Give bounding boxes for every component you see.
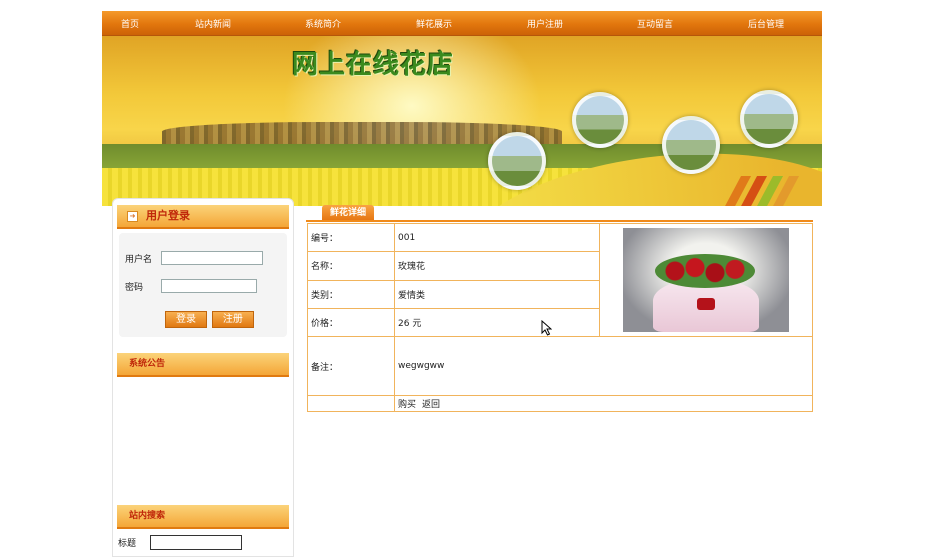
nav-news[interactable]: 站内新闻 xyxy=(158,17,268,30)
flower-photo xyxy=(623,228,789,332)
nav-home[interactable]: 首页 xyxy=(102,17,158,30)
banner-photo-circle xyxy=(488,132,546,190)
search-panel-title: 站内搜索 xyxy=(117,505,289,529)
password-label: 密码 xyxy=(125,282,144,293)
price-label: 价格： xyxy=(307,307,395,338)
login-panel-title: ➜ 用户登录 xyxy=(117,205,289,229)
nav-register[interactable]: 用户注册 xyxy=(490,17,600,30)
username-label: 用户名 xyxy=(125,254,153,265)
password-row: 密码 xyxy=(125,279,257,293)
bouquet-roses xyxy=(655,254,755,288)
table-row: 编号： 001 xyxy=(307,222,813,337)
login-button[interactable]: 登录 xyxy=(165,311,207,328)
nav-flowers[interactable]: 鲜花展示 xyxy=(378,17,490,30)
category-value: 爱情类 xyxy=(394,279,600,309)
actions-label-cell xyxy=(307,395,395,412)
register-button[interactable]: 注册 xyxy=(211,311,254,328)
price-value: 26 元 xyxy=(394,307,600,338)
nav-messages[interactable]: 互动留言 xyxy=(600,17,710,30)
actions-cell: 购买 返回 xyxy=(394,395,813,412)
flower-detail-table: 编号： 001 名称： 玫瑰花 类别： 爱情类 价格： 26 元 备注： weg… xyxy=(307,222,813,412)
banner-photo-circle xyxy=(572,92,628,148)
username-row: 用户名 xyxy=(125,251,263,265)
nav-intro[interactable]: 系统简介 xyxy=(268,17,378,30)
tab-underline xyxy=(306,220,813,222)
tab-flower-detail[interactable]: 鲜花详细 xyxy=(322,205,375,221)
table-row: 购买 返回 xyxy=(307,395,813,412)
table-row: 备注： wegwgww xyxy=(307,336,813,396)
category-label: 类别： xyxy=(307,279,395,309)
remark-label: 备注： xyxy=(307,336,395,396)
mouse-cursor-icon xyxy=(541,320,552,336)
bouquet-bow xyxy=(697,298,715,310)
login-panel: 用户名 密码 登录 注册 xyxy=(119,233,287,337)
site-banner: 网上在线花店 xyxy=(102,36,822,206)
photo-cell xyxy=(599,223,813,337)
sidebar: ➜ 用户登录 用户名 密码 登录 注册 系统公告 站内搜索 标题 xyxy=(112,198,294,557)
search-title-label: 标题 xyxy=(118,539,137,549)
top-nav: 首页 站内新闻 系统简介 鲜花展示 用户注册 互动留言 后台管理 xyxy=(102,11,822,36)
search-title-input[interactable] xyxy=(150,535,243,550)
name-value: 玫瑰花 xyxy=(394,251,600,281)
banner-photo-circle xyxy=(662,116,720,174)
back-link[interactable]: 返回 xyxy=(422,400,440,410)
arrow-icon: ➜ xyxy=(127,210,138,222)
notice-panel xyxy=(113,377,293,505)
id-value: 001 xyxy=(394,222,600,253)
banner-stripes xyxy=(722,176,802,206)
buy-link[interactable]: 购买 xyxy=(398,400,416,410)
search-row: 标题 xyxy=(118,535,243,550)
remark-value: wegwgww xyxy=(394,336,813,396)
banner-photo-circle xyxy=(740,90,798,148)
nav-admin[interactable]: 后台管理 xyxy=(710,17,822,30)
password-input[interactable] xyxy=(161,279,257,293)
id-label: 编号： xyxy=(307,222,395,253)
username-input[interactable] xyxy=(161,251,263,265)
site-title: 网上在线花店 xyxy=(292,50,455,80)
notice-panel-title: 系统公告 xyxy=(117,353,289,377)
login-actions: 登录 注册 xyxy=(165,311,254,328)
name-label: 名称： xyxy=(307,251,395,281)
